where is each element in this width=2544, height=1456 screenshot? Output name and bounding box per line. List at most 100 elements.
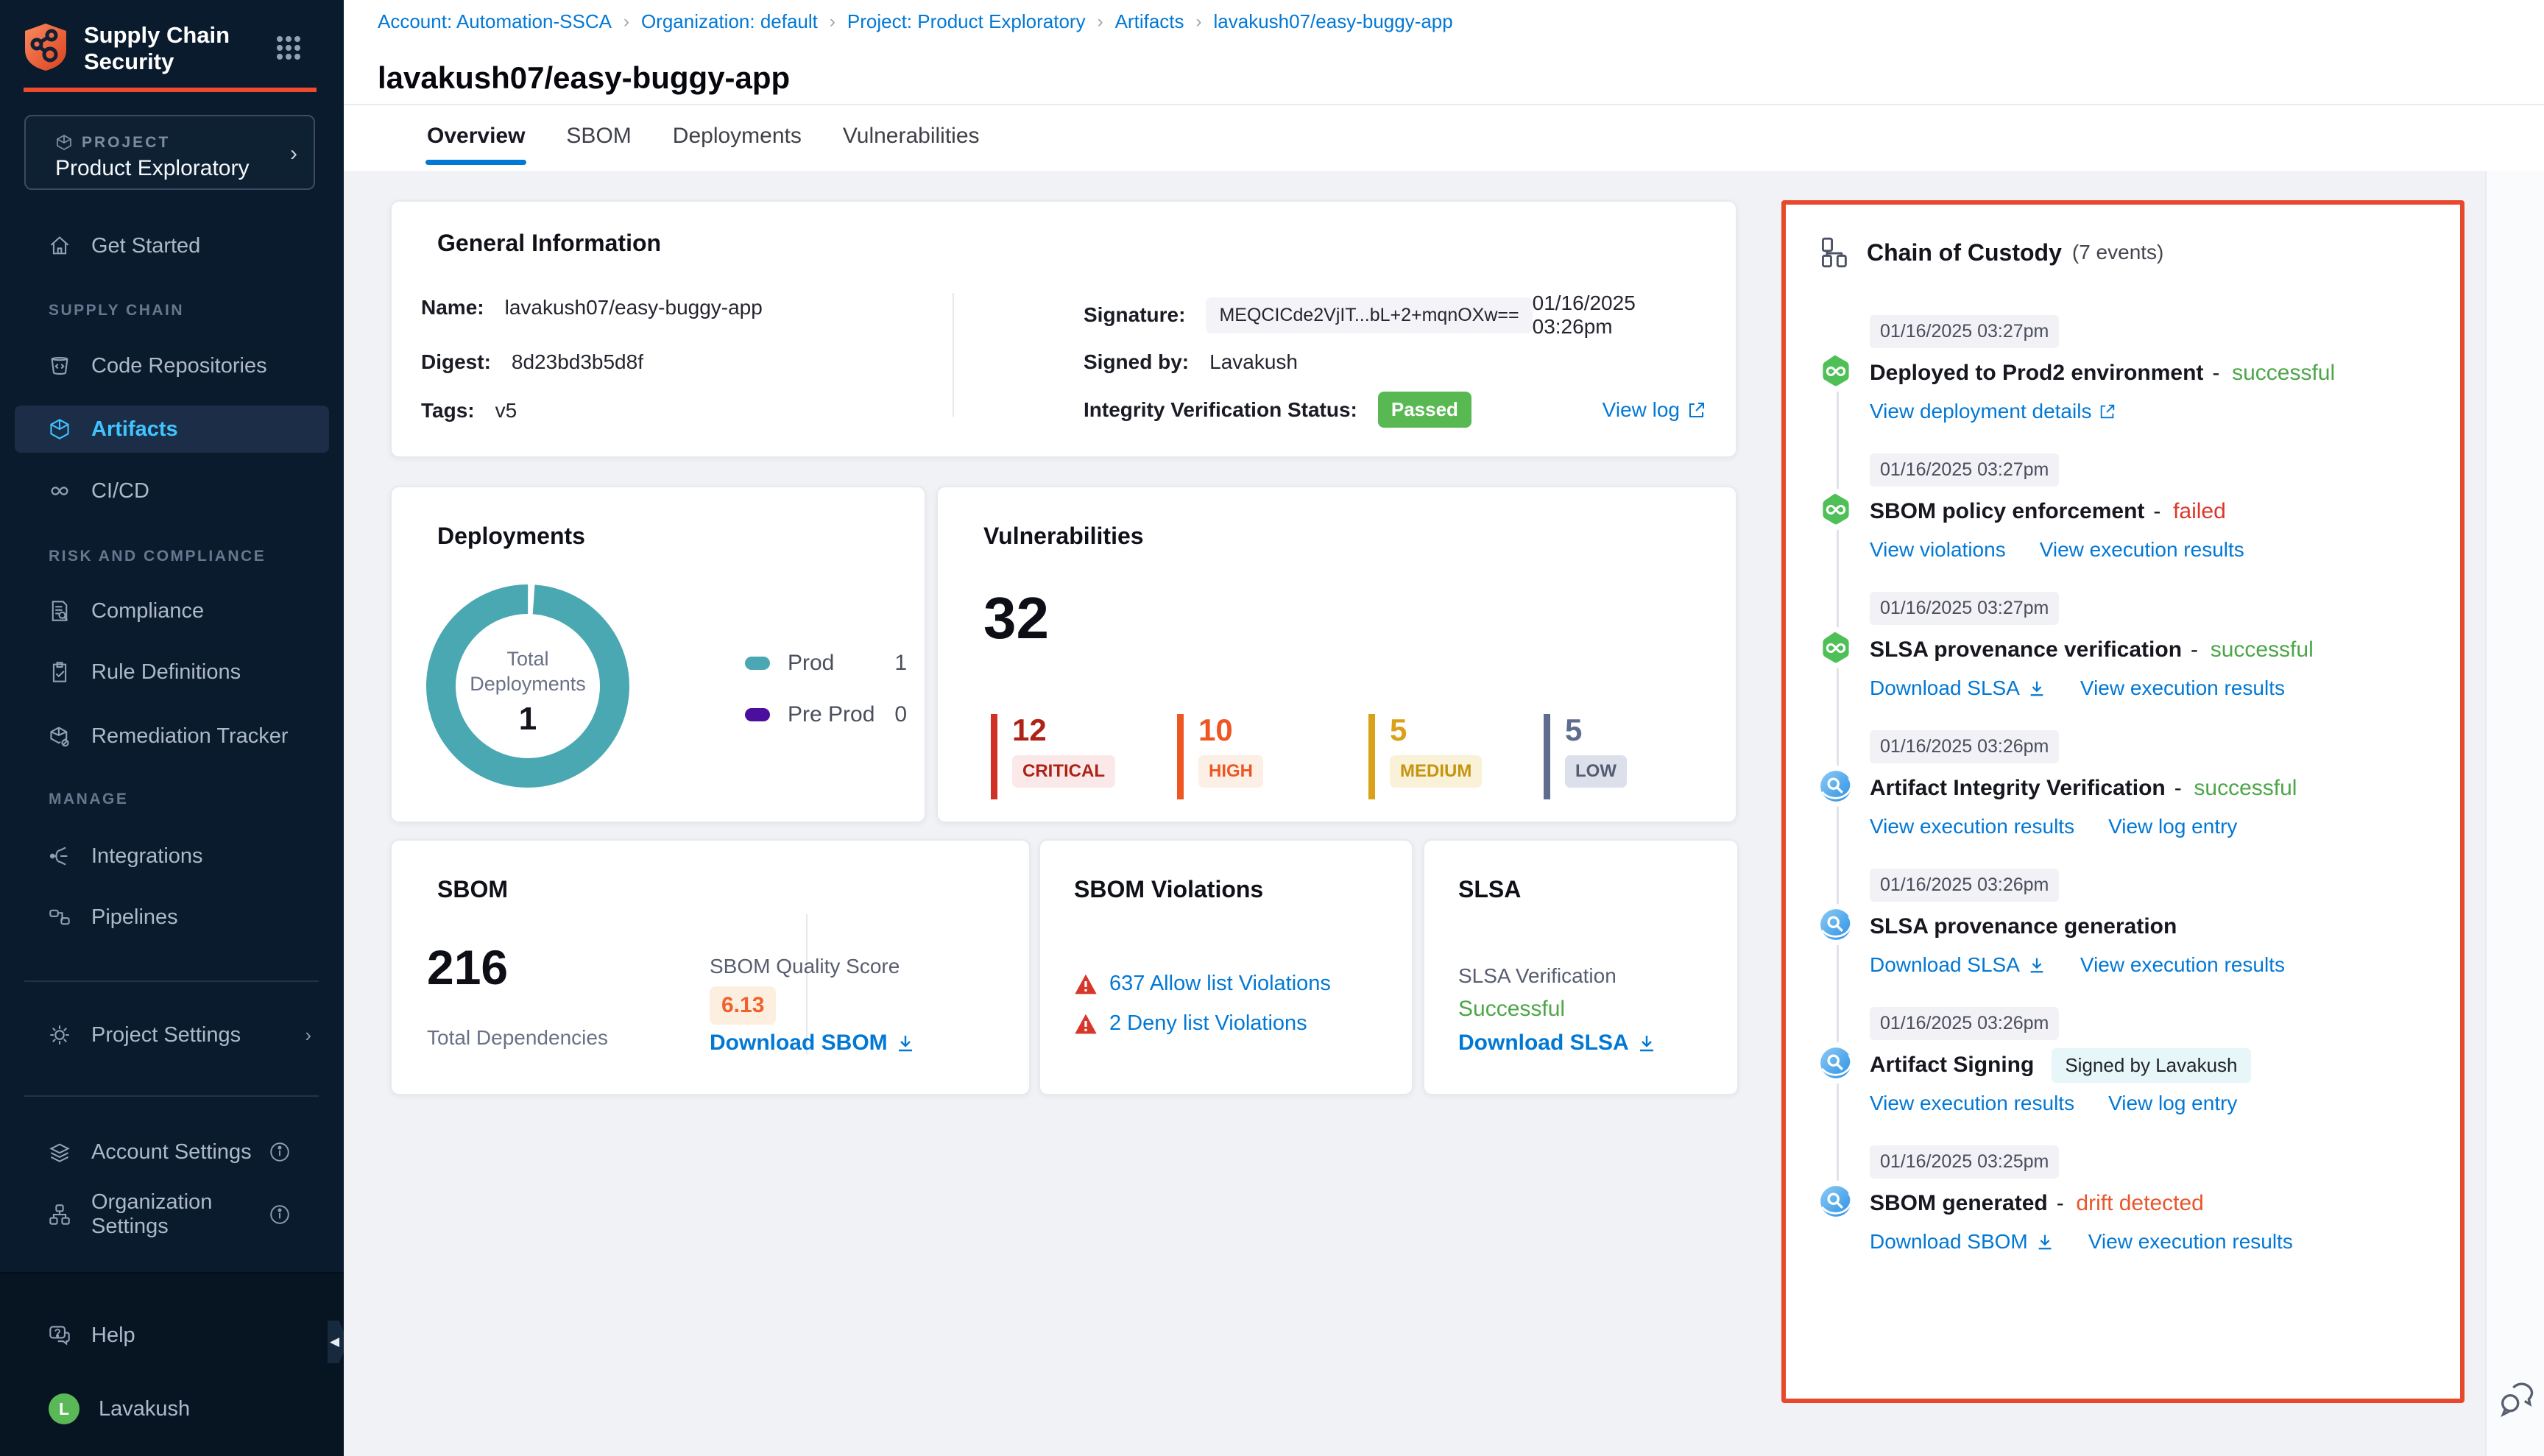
sidebar-divider xyxy=(24,1095,319,1097)
card-title: SBOM Violations xyxy=(1074,876,1263,903)
name-value: lavakush07/easy-buggy-app xyxy=(505,296,763,319)
card-title: Deployments xyxy=(437,523,585,550)
download-icon xyxy=(2027,679,2046,698)
allow-list-violations-link[interactable]: 637 Allow list Violations xyxy=(1109,972,1331,996)
shield-logo-icon xyxy=(22,22,69,72)
sidebar-item-rule-definitions[interactable]: Rule Definitions xyxy=(15,649,329,696)
slsa-verification-status: Successful xyxy=(1458,997,1565,1022)
app-logo: Supply Chain Security xyxy=(22,22,253,75)
sidebar-item-pipelines[interactable]: Pipelines xyxy=(15,894,329,941)
vulnerabilities-card: Vulnerabilities 32 12 CRITICAL 10 HIGH 5… xyxy=(936,486,1737,823)
repository-icon xyxy=(49,355,71,377)
view-violations-link[interactable]: View violations xyxy=(1870,538,2006,562)
app-title: Supply Chain Security xyxy=(84,22,253,75)
chevron-right-icon: › xyxy=(305,1024,311,1047)
right-gutter xyxy=(2485,171,2544,1456)
chain-of-custody-icon xyxy=(1820,237,1851,268)
layers-gear-icon xyxy=(49,1141,71,1163)
sidebar-item-organization-settings[interactable]: Organization Settings xyxy=(15,1191,329,1238)
event-title: SBOM policy enforcement xyxy=(1870,499,2144,524)
download-slsa-link[interactable]: Download SLSA xyxy=(1458,1031,1657,1056)
artifacts-cube-icon xyxy=(49,418,71,440)
sbom-quality-score-badge: 6.13 xyxy=(710,986,776,1025)
sidebar-item-artifacts[interactable]: Artifacts xyxy=(15,406,329,453)
download-sbom-link[interactable]: Download SBOM xyxy=(710,1031,916,1056)
page-title: lavakush07/easy-buggy-app xyxy=(378,60,790,96)
sidebar-item-help[interactable]: Help xyxy=(15,1312,329,1359)
breadcrumb-separator: › xyxy=(1098,12,1103,32)
slsa-card: SLSA SLSA Verification Successful Downlo… xyxy=(1423,839,1739,1095)
tab-overview[interactable]: Overview xyxy=(425,118,526,165)
tab-vulnerabilities[interactable]: Vulnerabilities xyxy=(841,118,981,165)
breadcrumb-separator: › xyxy=(830,12,835,32)
project-selector[interactable]: PROJECT Product Exploratory › xyxy=(24,115,315,190)
breadcrumb: Account: Automation-SSCA › Organization: … xyxy=(378,10,1453,33)
info-icon xyxy=(269,1141,311,1163)
digest-label: Digest: xyxy=(421,350,491,374)
column-divider xyxy=(953,293,954,417)
view-execution-results-link[interactable]: View execution results xyxy=(1870,1092,2074,1115)
view-deployment-details-link[interactable]: View deployment details xyxy=(1870,400,2116,423)
support-chat-icon[interactable] xyxy=(2497,1379,2538,1424)
integrity-status-badge: Passed xyxy=(1378,392,1471,428)
download-slsa-link[interactable]: Download SLSA xyxy=(1870,953,2046,977)
sidebar-item-cicd[interactable]: CI/CD xyxy=(15,467,329,515)
breadcrumb-account[interactable]: Account: Automation-SSCA xyxy=(378,10,612,33)
help-chat-icon xyxy=(49,1324,71,1346)
view-execution-results-link[interactable]: View execution results xyxy=(2040,538,2244,562)
view-execution-results-link[interactable]: View execution results xyxy=(2088,1230,2293,1254)
coc-event-artifact-signing: 01/16/2025 03:26pm Artifact Signing Sign… xyxy=(1786,1007,2460,1115)
download-icon xyxy=(1636,1033,1657,1053)
chevron-right-icon: › xyxy=(290,141,297,166)
deny-list-violations-row: 2 Deny list Violations xyxy=(1074,1011,1307,1036)
download-slsa-link[interactable]: Download SLSA xyxy=(1870,676,2046,700)
chain-of-custody-panel: Chain of Custody (7 events) 01/16/2025 0… xyxy=(1781,200,2464,1403)
pre-prod-swatch xyxy=(745,708,770,721)
tab-sbom[interactable]: SBOM xyxy=(565,118,632,165)
vulnerabilities-total: 32 xyxy=(983,584,1049,652)
event-status: successful xyxy=(2191,637,2314,662)
sidebar-section-supply-chain: SUPPLY CHAIN xyxy=(49,302,184,319)
view-log-entry-link[interactable]: View log entry xyxy=(2108,1092,2237,1115)
coc-event-sbom-generated: 01/16/2025 03:25pm SBOM generated drift … xyxy=(1786,1145,2460,1254)
sidebar-item-code-repositories[interactable]: Code Repositories xyxy=(15,342,329,389)
donut-label: Total Deployments xyxy=(454,646,601,696)
event-timestamp: 01/16/2025 03:26pm xyxy=(1870,1007,2059,1040)
tab-deployments[interactable]: Deployments xyxy=(671,118,803,165)
sidebar-item-remediation-tracker[interactable]: Remediation Tracker xyxy=(15,713,329,760)
view-log-link[interactable]: View log xyxy=(1603,398,1706,422)
sidebar-item-account-settings[interactable]: Account Settings xyxy=(15,1128,329,1176)
sidebar-item-get-started[interactable]: Get Started xyxy=(15,222,329,269)
card-title: Vulnerabilities xyxy=(983,523,1144,550)
info-icon xyxy=(269,1204,311,1226)
deny-list-violations-link[interactable]: 2 Deny list Violations xyxy=(1109,1011,1307,1036)
card-title: SBOM xyxy=(437,876,508,903)
severity-high: 10 HIGH xyxy=(1177,714,1263,799)
sidebar-item-project-settings[interactable]: Project Settings › xyxy=(15,1011,329,1059)
sidebar-user[interactable]: L Lavakush xyxy=(15,1385,329,1432)
app-grid-menu-icon[interactable] xyxy=(276,35,301,64)
sidebar-item-integrations[interactable]: Integrations xyxy=(15,833,329,880)
severity-critical: 12 CRITICAL xyxy=(991,714,1115,799)
breadcrumb-current[interactable]: lavakush07/easy-buggy-app xyxy=(1214,10,1453,33)
deployment-hexagon-icon xyxy=(1820,493,1852,526)
breadcrumb-organization[interactable]: Organization: default xyxy=(641,10,818,33)
view-execution-results-link[interactable]: View execution results xyxy=(2080,953,2285,977)
chain-of-custody-header: Chain of Custody (7 events) xyxy=(1820,237,2163,268)
integrity-status-label: Integrity Verification Status: xyxy=(1084,398,1357,422)
event-timestamp: 01/16/2025 03:26pm xyxy=(1870,869,2059,902)
view-execution-results-link[interactable]: View execution results xyxy=(2080,676,2285,700)
event-timestamp: 01/16/2025 03:27pm xyxy=(1870,315,2059,348)
breadcrumb-separator: › xyxy=(623,12,629,32)
user-name: Lavakush xyxy=(99,1397,190,1421)
warning-icon xyxy=(1074,973,1098,995)
breadcrumb-project[interactable]: Project: Product Exploratory xyxy=(847,10,1086,33)
sidebar-item-compliance[interactable]: Compliance xyxy=(15,587,329,635)
view-execution-results-link[interactable]: View execution results xyxy=(1870,815,2074,838)
sidebar-section-risk-compliance: RISK AND COMPLIANCE xyxy=(49,548,266,565)
scan-step-icon xyxy=(1820,1185,1852,1218)
download-sbom-link[interactable]: Download SBOM xyxy=(1870,1230,2054,1254)
view-log-entry-link[interactable]: View log entry xyxy=(2108,815,2237,838)
integrations-icon xyxy=(49,845,71,867)
breadcrumb-artifacts[interactable]: Artifacts xyxy=(1115,10,1184,33)
